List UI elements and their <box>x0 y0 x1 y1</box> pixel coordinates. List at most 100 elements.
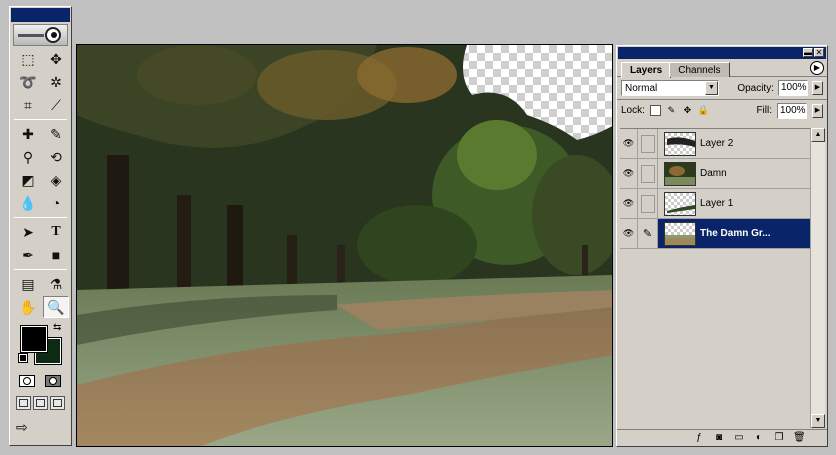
layer-row[interactable]: 👁 Layer 2 <box>620 129 811 159</box>
lock-position-icon[interactable]: ✥ <box>682 105 693 116</box>
tool-grid-paint: ✚ ✎ ⚲ ⟲ ◩ ◈ 💧 ◔ <box>10 123 71 214</box>
layers-palette: ▬ ✕ Layers Channels ▶ Normal ▼ Opacity: … <box>616 45 828 447</box>
new-set-icon[interactable]: ▭ <box>733 432 745 444</box>
move-icon[interactable]: ✥ <box>43 48 69 70</box>
opacity-slider-arrow-icon[interactable]: ▶ <box>812 81 823 95</box>
layer-visibility-eye-icon[interactable]: 👁 <box>620 189 638 218</box>
app-logo[interactable] <box>13 24 68 46</box>
layer-brush-cell[interactable]: ✎ <box>638 219 658 248</box>
rectangle-icon[interactable]: ■ <box>43 244 69 266</box>
layer-link-cell[interactable] <box>638 129 658 158</box>
eraser-icon[interactable]: ◩ <box>15 169 41 191</box>
quick-mask-mode-button[interactable] <box>42 372 64 390</box>
brush-icon[interactable]: ✎ <box>43 123 69 145</box>
jump-to-imageready-button[interactable]: ⇨ <box>16 416 65 438</box>
layer-visibility-eye-icon[interactable]: 👁 <box>620 129 638 158</box>
new-layer-icon[interactable]: ❐ <box>773 432 785 444</box>
notes-icon[interactable]: ▤ <box>15 273 41 295</box>
chevron-down-icon[interactable]: ▼ <box>705 81 718 95</box>
palette-close-button[interactable]: ✕ <box>814 48 824 57</box>
fill-label: Fill: <box>756 105 772 116</box>
tool-separator <box>14 119 67 120</box>
damn-thumb-art <box>665 162 695 185</box>
layer-name: Layer 1 <box>700 198 734 209</box>
ground-thumb-art <box>665 234 695 245</box>
marquee-icon[interactable]: ⬚ <box>15 48 41 70</box>
palette-menu-arrow-icon[interactable]: ▶ <box>810 61 824 75</box>
logo-eye-icon <box>45 27 61 43</box>
standard-mode-button[interactable] <box>16 372 38 390</box>
blur-icon[interactable]: 💧 <box>15 192 41 214</box>
hand-icon[interactable]: ✋ <box>15 296 41 318</box>
scroll-down-icon[interactable]: ▼ <box>811 414 825 428</box>
layer-thumbnail <box>664 221 696 246</box>
opacity-label: Opacity: <box>737 82 774 94</box>
blend-mode-value: Normal <box>625 82 658 94</box>
logo-pen-icon <box>18 34 44 37</box>
full-screen-menu-mode-button[interactable] <box>33 396 48 410</box>
opacity-input[interactable]: 100% <box>778 80 808 96</box>
crop-icon[interactable]: ⌗ <box>15 94 41 116</box>
slice-icon[interactable]: ⟋ <box>43 94 69 116</box>
type-icon[interactable]: T <box>43 221 69 243</box>
delete-layer-icon[interactable]: 🗑 <box>793 432 806 444</box>
lock-fill-row: Lock: ✎ ✥ 🔒 Fill: 100% ▶ <box>617 99 827 121</box>
toolbox-title-bar[interactable] <box>11 8 70 22</box>
zoom-icon[interactable]: 🔍 <box>43 296 69 318</box>
color-swatches: ⇆ <box>15 322 66 368</box>
toolbox: ⬚ ✥ ➰ ✲ ⌗ ⟋ ✚ ✎ ⚲ ⟲ ◩ ◈ 💧 ◔ ➤ T ✒ ■ ▤ ⚗ … <box>9 6 72 446</box>
path-select-icon[interactable]: ➤ <box>15 221 41 243</box>
tool-separator <box>14 269 67 270</box>
dodge-icon[interactable]: ◔ <box>43 192 69 214</box>
layer-thumbnail <box>664 191 696 216</box>
lock-transparency-icon[interactable] <box>649 105 661 116</box>
fill-input[interactable]: 100% <box>777 102 807 119</box>
layer-style-icon[interactable]: ƒ <box>693 432 705 444</box>
lasso-icon[interactable]: ➰ <box>15 71 41 93</box>
palette-minimize-button[interactable]: ▬ <box>803 48 813 57</box>
screen-mode-row <box>10 396 71 410</box>
layer-row[interactable]: 👁 Damn <box>620 159 811 189</box>
canvas-image <box>77 45 612 446</box>
layer-link-cell[interactable] <box>638 159 658 188</box>
blend-mode-select[interactable]: Normal ▼ <box>621 80 719 96</box>
layer-visibility-eye-icon[interactable]: 👁 <box>620 159 638 188</box>
default-colors-icon[interactable] <box>18 353 28 363</box>
lock-all-icon[interactable]: 🔒 <box>698 105 709 116</box>
document-canvas[interactable] <box>76 44 613 447</box>
fill-slider-arrow-icon[interactable]: ▶ <box>812 103 823 118</box>
layer-row[interactable]: 👁 Layer 1 <box>620 189 811 219</box>
layer-thumbnail <box>664 131 696 156</box>
full-screen-mode-button[interactable] <box>50 396 65 410</box>
history-brush-icon[interactable]: ⟲ <box>43 146 69 168</box>
jump-to-icon: ⇨ <box>16 418 28 435</box>
lock-image-icon[interactable]: ✎ <box>666 105 677 116</box>
tool-separator <box>14 217 67 218</box>
clone-stamp-icon[interactable]: ⚲ <box>15 146 41 168</box>
layer-row-selected[interactable]: 👁 ✎ The Damn Gr... <box>620 219 811 249</box>
tab-channels[interactable]: Channels <box>669 62 730 77</box>
standard-screen-mode-button[interactable] <box>16 396 31 410</box>
healing-brush-icon[interactable]: ✚ <box>15 123 41 145</box>
layers-bottom-toolbar: ƒ ◙ ▭ ◐ ❐ 🗑 <box>617 429 827 446</box>
add-mask-icon[interactable]: ◙ <box>713 432 725 444</box>
eyedropper-icon[interactable]: ⚗ <box>43 273 69 295</box>
layer-2-thumb-art <box>667 136 695 147</box>
layer-name: Layer 2 <box>700 138 734 149</box>
layer-link-cell[interactable] <box>638 189 658 218</box>
palette-title-bar[interactable]: ▬ ✕ <box>618 47 826 59</box>
blend-opacity-row: Normal ▼ Opacity: 100% ▶ <box>617 77 827 99</box>
foreground-color-swatch[interactable] <box>20 325 48 353</box>
pen-icon[interactable]: ✒ <box>15 244 41 266</box>
layer-visibility-eye-icon[interactable]: 👁 <box>620 219 638 248</box>
new-adjustment-layer-icon[interactable]: ◐ <box>753 432 765 444</box>
tab-layers[interactable]: Layers <box>621 62 672 78</box>
lock-label: Lock: <box>621 105 645 116</box>
palette-tabs: Layers Channels ▶ <box>617 59 827 78</box>
swap-colors-icon[interactable]: ⇆ <box>53 322 61 333</box>
layers-list: 👁 Layer 2 👁 Damn 👁 Layer 1 👁 ✎ The Damn … <box>620 128 811 428</box>
layers-scrollbar[interactable]: ▲ ▼ <box>810 128 825 428</box>
paint-bucket-icon[interactable]: ◈ <box>43 169 69 191</box>
scroll-up-icon[interactable]: ▲ <box>811 128 825 142</box>
magic-wand-icon[interactable]: ✲ <box>43 71 69 93</box>
